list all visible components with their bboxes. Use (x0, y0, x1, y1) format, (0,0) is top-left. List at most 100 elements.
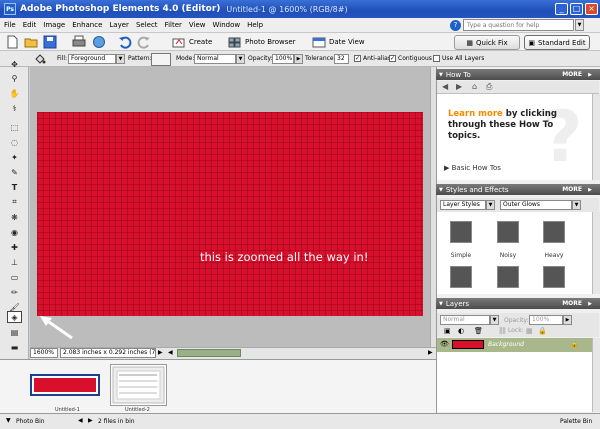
how-to-more-button[interactable]: MORE (562, 71, 582, 78)
forward-icon[interactable]: ▶ (456, 82, 462, 91)
save-icon[interactable] (43, 35, 57, 49)
effect-thumbnail-6[interactable] (543, 266, 565, 288)
delete-layer-icon[interactable]: 🗑 (474, 327, 483, 335)
info-menu-arrow-icon[interactable]: ▶ (158, 349, 163, 356)
styles-category-select[interactable]: Layer Styles (440, 200, 486, 210)
maximize-button[interactable]: □ (570, 3, 583, 15)
quick-fix-button[interactable]: ▦ Quick Fix (454, 35, 520, 50)
gradient-tool-icon[interactable]: ▤ (7, 326, 22, 338)
photo-bin-thumbnail-1[interactable] (30, 374, 100, 396)
magic-wand-tool-icon[interactable]: ✦ (7, 151, 22, 163)
photo-browser-button[interactable]: Photo Browser (228, 36, 296, 48)
next-photo-icon[interactable]: ▶ (88, 417, 93, 424)
menu-layer[interactable]: Layer (109, 21, 129, 29)
crop-tool-icon[interactable]: ⌗ (7, 196, 22, 208)
learn-more-link[interactable]: Learn more (448, 109, 503, 119)
shape-tool-icon[interactable]: ▬ (7, 341, 22, 353)
pencil-tool-icon[interactable]: ✏ (7, 286, 22, 298)
open-folder-icon[interactable] (24, 35, 38, 49)
how-to-scrollbar[interactable] (592, 94, 600, 180)
help-icon[interactable]: ? (450, 20, 461, 31)
adjustment-layer-icon[interactable]: ◐ (458, 327, 464, 335)
menu-filter[interactable]: Filter (165, 21, 182, 29)
help-search-input[interactable] (463, 19, 574, 31)
fill-select[interactable]: Foreground (68, 54, 116, 64)
layers-palette-header[interactable]: ▼ Layers MORE ▶ (436, 298, 600, 309)
effect-thumbnail-5[interactable] (497, 266, 519, 288)
menu-select[interactable]: Select (136, 21, 158, 29)
menu-help[interactable]: Help (247, 21, 263, 29)
layer-opacity-arrow[interactable]: ▶ (563, 315, 572, 325)
how-to-palette-header[interactable]: ▼ How To MORE ▶ (436, 69, 600, 80)
basic-how-tos-item[interactable]: ▶ Basic How Tos (444, 164, 501, 172)
hand-tool-icon[interactable]: ✋ (7, 87, 22, 99)
document-info[interactable]: 2.083 inches x 0.292 inches (72 ppi) (60, 348, 156, 358)
print-icon[interactable] (72, 35, 86, 49)
print-topic-icon[interactable]: ⎙ (486, 82, 492, 92)
zoom-tool-icon[interactable]: ⚲ (7, 72, 22, 84)
link-layers-icon[interactable]: ⛓ (498, 327, 507, 335)
photo-bin-thumbnail-2[interactable] (110, 364, 167, 406)
effect-noisy-thumbnail[interactable] (497, 221, 519, 243)
scroll-right-icon[interactable]: ▶ (428, 349, 433, 356)
clone-stamp-tool-icon[interactable]: ⊥ (7, 256, 22, 268)
back-icon[interactable]: ◀ (442, 82, 448, 91)
type-tool-icon[interactable]: T (7, 181, 22, 193)
tolerance-field[interactable]: 32 (334, 54, 349, 64)
layer-opacity-field[interactable]: 100% (529, 315, 563, 325)
create-button[interactable]: Create (172, 36, 212, 48)
use-all-layers-checkbox[interactable] (433, 55, 440, 62)
menu-file[interactable]: File (4, 21, 16, 29)
healing-brush-tool-icon[interactable]: ✚ (7, 241, 22, 253)
home-icon[interactable]: ⌂ (472, 82, 477, 91)
paint-bucket-tool-icon[interactable] (34, 53, 46, 65)
lasso-tool-icon[interactable]: ◌ (7, 136, 22, 148)
opacity-field[interactable]: 100% (272, 54, 294, 64)
redo-icon[interactable] (137, 35, 151, 49)
mode-dropdown-arrow[interactable]: ▼ (236, 54, 245, 64)
photo-bin-toggle-icon[interactable]: ▼ (6, 417, 11, 424)
paint-bucket-tool-icon[interactable]: ◈ (7, 311, 22, 323)
eyedropper-tool-icon[interactable]: ⚕ (7, 102, 22, 114)
red-eye-tool-icon[interactable]: ◉ (7, 226, 22, 238)
prev-photo-icon[interactable]: ◀ (78, 417, 83, 424)
layers-scrollbar[interactable] (592, 338, 600, 412)
undo-icon[interactable] (118, 35, 132, 49)
eraser-tool-icon[interactable]: ▭ (7, 271, 22, 283)
date-view-button[interactable]: Date View (312, 36, 365, 48)
help-dropdown-arrow[interactable]: ▼ (575, 19, 584, 31)
styles-category-arrow[interactable]: ▼ (486, 200, 495, 210)
lock-all-icon[interactable]: 🔒 (538, 327, 547, 335)
horizontal-scrollbar-thumb[interactable] (177, 349, 241, 357)
close-button[interactable]: × (585, 3, 598, 15)
opacity-slider-arrow[interactable]: ▶ (294, 54, 303, 64)
marquee-tool-icon[interactable]: ⬚ (7, 121, 22, 133)
layers-more-button[interactable]: MORE (562, 300, 582, 307)
collapse-triangle-icon[interactable]: ▼ (439, 301, 443, 307)
zoom-level-field[interactable]: 1600% (30, 348, 58, 358)
standard-edit-button[interactable]: ▣ Standard Edit (524, 35, 590, 50)
collapse-triangle-icon[interactable]: ▼ (439, 72, 443, 78)
effect-thumbnail-4[interactable] (450, 266, 472, 288)
effect-heavy-thumbnail[interactable] (543, 221, 565, 243)
new-layer-icon[interactable]: ▣ (444, 327, 451, 335)
menu-window[interactable]: Window (213, 21, 241, 29)
blend-mode-select[interactable]: Normal (440, 315, 490, 325)
palette-bin-toggle[interactable]: Palette Bin (560, 418, 592, 425)
menu-view[interactable]: View (189, 21, 206, 29)
styles-effects-palette-header[interactable]: ▼ Styles and Effects MORE ▶ (436, 184, 600, 195)
selection-brush-tool-icon[interactable]: ✎ (7, 166, 22, 178)
pattern-picker[interactable] (151, 53, 171, 66)
minimize-button[interactable]: _ (555, 3, 568, 15)
new-file-icon[interactable] (5, 35, 19, 49)
image-canvas[interactable] (37, 112, 423, 316)
styles-subcategory-arrow[interactable]: ▼ (572, 200, 581, 210)
fill-dropdown-arrow[interactable]: ▼ (116, 54, 125, 64)
effect-simple-thumbnail[interactable] (450, 221, 472, 243)
styles-more-button[interactable]: MORE (562, 186, 582, 193)
layer-visibility-eye-icon[interactable]: 👁 (440, 340, 449, 348)
anti-alias-checkbox[interactable]: ✓ (354, 55, 361, 62)
lock-transparency-icon[interactable]: ▦ (526, 327, 533, 335)
scroll-left-icon[interactable]: ◀ (168, 349, 173, 356)
photo-bin-toggle-label[interactable]: Photo Bin (16, 418, 45, 425)
